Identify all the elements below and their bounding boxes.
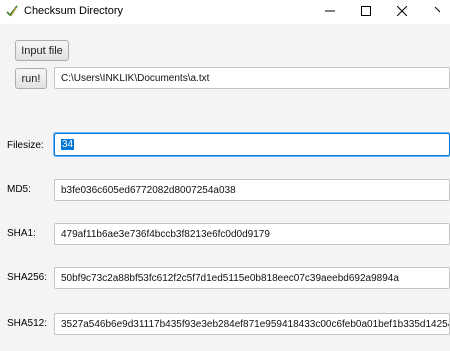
app-window: Checksum Directory Input file run! C:\Us… (0, 0, 450, 351)
filesize-label: Filesize: (7, 140, 44, 151)
filesize-value: 34 (61, 139, 75, 150)
sha512-field[interactable]: 3527a546b6e9d31117b435f93e3eb284ef871e95… (54, 313, 450, 335)
md5-label: MD5: (7, 184, 31, 195)
sha1-field[interactable]: 479af11b6ae3e736f4bccb3f8213e6fc0d0d9179 (54, 223, 450, 245)
sha256-field[interactable]: 50bf9c73c2a88bf53fc612f2c5f7d1ed5115e0b8… (54, 267, 450, 289)
close-button[interactable] (385, 0, 419, 24)
minimize-icon (325, 6, 335, 19)
run-button[interactable]: run! (15, 68, 47, 89)
sha256-label: SHA256: (7, 272, 48, 283)
sha512-label: SHA512: (7, 318, 48, 329)
input-file-button[interactable]: Input file (15, 40, 69, 61)
maximize-icon (361, 5, 371, 19)
checkmark-feather-icon (5, 4, 19, 18)
file-path-field[interactable]: C:\Users\INKLIK\Documents\a.txt (54, 67, 450, 89)
maximize-button[interactable] (349, 0, 383, 24)
sha1-label: SHA1: (7, 228, 36, 239)
close-icon (396, 5, 408, 19)
title-bar[interactable]: Checksum Directory (0, 0, 450, 24)
minimize-button[interactable] (313, 0, 347, 24)
md5-field[interactable]: b3fe036c605ed6772082d8007254a038 (54, 179, 450, 201)
filesize-field[interactable]: 34 (54, 133, 450, 156)
window-title: Checksum Directory (24, 5, 124, 17)
window-edge (420, 0, 450, 24)
